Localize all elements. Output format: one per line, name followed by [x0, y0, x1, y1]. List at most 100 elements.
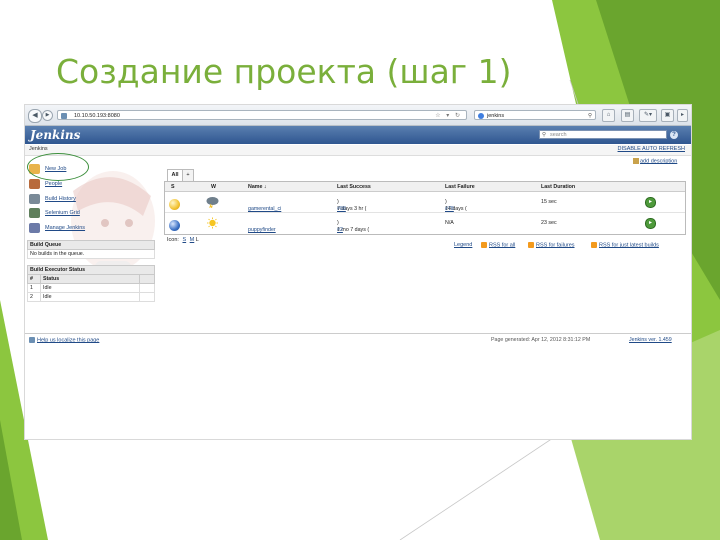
disable-auto-refresh-link[interactable]: DISABLE AUTO REFRESH: [618, 146, 685, 152]
col-weather[interactable]: W: [211, 184, 216, 190]
executor-row: 1 Idle: [27, 283, 155, 293]
schedule-build-icon[interactable]: ▸: [645, 218, 656, 229]
search-icon[interactable]: ⚲: [588, 111, 592, 121]
last-success-build-link[interactable]: #88: [337, 206, 346, 212]
status-yellow-ball-icon: [169, 199, 180, 210]
icon-size-label: Icon:: [167, 237, 179, 243]
people-icon: [29, 179, 40, 189]
breadcrumb-jenkins[interactable]: Jenkins: [29, 146, 48, 152]
manage-jenkins-icon: [29, 223, 40, 233]
job-last-failure: 14 days (#78): [445, 199, 467, 212]
col-last-failure[interactable]: Last Failure: [445, 184, 475, 190]
job-last-duration: 15 sec: [541, 199, 557, 205]
sidebar-label-manage-jenkins[interactable]: Manage Jenkins: [45, 225, 85, 231]
icon-size-small[interactable]: S: [182, 237, 186, 243]
job-last-success: 1 mo 7 days (#2): [337, 220, 370, 233]
executor-row: 2 Idle: [27, 292, 155, 302]
rss-latest-label: RSS for just latest builds: [599, 242, 659, 249]
rss-icon: [481, 242, 487, 248]
executor-status-panel: Build Executor Status # Status 1 Idle 2 …: [27, 265, 155, 302]
build-history-icon: [29, 194, 40, 204]
executor-col-blank: [139, 274, 155, 284]
build-queue-empty: No builds in the queue.: [27, 249, 155, 259]
localize-link[interactable]: Help us localize this page: [29, 337, 99, 343]
url-text: 10.10.50.193:8080: [74, 113, 120, 119]
browser-toolbar: ◀ ▶ 10.10.50.193:8080 ☆ ▾ ↻ jenkins ⚲ ⌂ …: [25, 105, 691, 126]
build-queue-title: Build Queue: [27, 240, 155, 250]
page-generated: Page generated: Apr 12, 2012 8:31:12 PM: [491, 337, 591, 343]
rss-failures-label: RSS for failures: [536, 242, 575, 249]
back-arrow-icon[interactable]: ◀: [28, 109, 42, 123]
jenkins-version-link[interactable]: Jenkins ver. 1.459: [629, 337, 672, 343]
search-icon: ⚲: [542, 132, 547, 138]
last-success-build-link[interactable]: #2: [337, 227, 343, 233]
menu-icon[interactable]: ▸: [677, 109, 688, 122]
job-name[interactable]: gamerental_ci: [248, 206, 281, 212]
address-bar[interactable]: 10.10.50.193:8080 ☆ ▾ ↻: [57, 110, 467, 120]
sidebar-label-selenium-grid[interactable]: Selenium Grid: [45, 210, 80, 216]
jobs-table-header: S W Name ↓ Last Success Last Failure Las…: [165, 182, 685, 192]
table-row: puppyfinder 1 mo 7 days (#2) N/A 23 sec …: [165, 213, 685, 233]
col-status[interactable]: S: [171, 184, 175, 190]
url-controls[interactable]: ☆ ▾ ↻: [435, 111, 462, 121]
add-description-label: add description: [640, 158, 678, 165]
rss-failures-link[interactable]: RSS for failures: [528, 242, 575, 248]
jobs-table: S W Name ↓ Last Success Last Failure Las…: [164, 181, 686, 235]
rss-icon: [591, 242, 597, 248]
rss-icon: [528, 242, 534, 248]
help-icon[interactable]: ?: [670, 131, 678, 139]
jenkins-search-input[interactable]: ⚲ search: [539, 130, 667, 139]
browser-search-box[interactable]: jenkins ⚲: [474, 110, 596, 120]
sidebar-label-build-history[interactable]: Build History: [45, 196, 76, 202]
add-description-link[interactable]: add description: [633, 158, 677, 164]
bookmarks-icon[interactable]: ▤: [621, 109, 634, 122]
executor-col-num: #: [27, 274, 41, 284]
job-name[interactable]: puppyfinder: [248, 227, 276, 233]
localize-label: Help us localize this page: [37, 337, 100, 344]
status-blue-ball-icon: [169, 220, 180, 231]
col-name[interactable]: Name ↓: [248, 184, 267, 190]
selenium-grid-icon: [29, 208, 40, 218]
rss-all-link[interactable]: RSS for all: [481, 242, 515, 248]
executor-status: Idle: [40, 292, 140, 302]
home-icon[interactable]: ⌂: [602, 109, 615, 122]
jenkins-logo[interactable]: Jenkins: [30, 128, 80, 142]
jenkins-search-placeholder: search: [550, 132, 567, 138]
icon-size-selector: Icon: S M L: [167, 237, 199, 243]
browser-screenshot: ◀ ▶ 10.10.50.193:8080 ☆ ▾ ↻ jenkins ⚲ ⌂ …: [24, 104, 692, 440]
rss-latest-link[interactable]: RSS for just latest builds: [591, 242, 659, 248]
executor-num: 2: [27, 292, 41, 302]
tab-add-view[interactable]: +: [182, 169, 194, 181]
last-failure-build-link[interactable]: #78: [445, 206, 454, 212]
sun-icon: [207, 217, 218, 229]
legend-link[interactable]: Legend: [454, 242, 472, 248]
col-last-duration[interactable]: Last Duration: [541, 184, 575, 190]
job-last-duration: 23 sec: [541, 220, 557, 226]
addon-icon[interactable]: ▣: [661, 109, 674, 122]
job-last-failure: N/A: [445, 220, 454, 226]
schedule-build-icon[interactable]: ▸: [645, 197, 656, 208]
rss-all-label: RSS for all: [489, 242, 516, 249]
slide-title: Создание проекта (шаг 1): [56, 52, 512, 91]
new-job-highlight: [27, 153, 89, 181]
search-engine-icon: [478, 113, 484, 119]
job-last-success: 7 days 3 hr (#88): [337, 199, 367, 212]
executor-col-status: Status: [40, 274, 140, 284]
col-last-success[interactable]: Last Success: [337, 184, 371, 190]
localize-icon: [29, 337, 35, 343]
tab-all[interactable]: All: [167, 169, 183, 181]
executor-status-title[interactable]: Build Executor Status: [27, 265, 155, 275]
icon-size-medium[interactable]: M: [190, 237, 195, 243]
page-footer: Help us localize this page Page generate…: [25, 333, 691, 348]
storm-cloud-icon: [206, 197, 219, 208]
jenkins-header: Jenkins ⚲ search ?: [25, 126, 691, 144]
site-favicon-icon: [61, 113, 67, 119]
executor-status: Idle: [40, 283, 140, 293]
forward-arrow-icon[interactable]: ▶: [42, 110, 53, 121]
breadcrumb: Jenkins DISABLE AUTO REFRESH: [25, 145, 691, 156]
tools-icon[interactable]: ✎▾: [639, 109, 657, 122]
sidebar-label-people[interactable]: People: [45, 181, 62, 187]
build-queue-panel: Build Queue No builds in the queue.: [27, 240, 155, 259]
icon-size-large: L: [195, 237, 199, 243]
browser-search-text: jenkins: [487, 113, 505, 119]
